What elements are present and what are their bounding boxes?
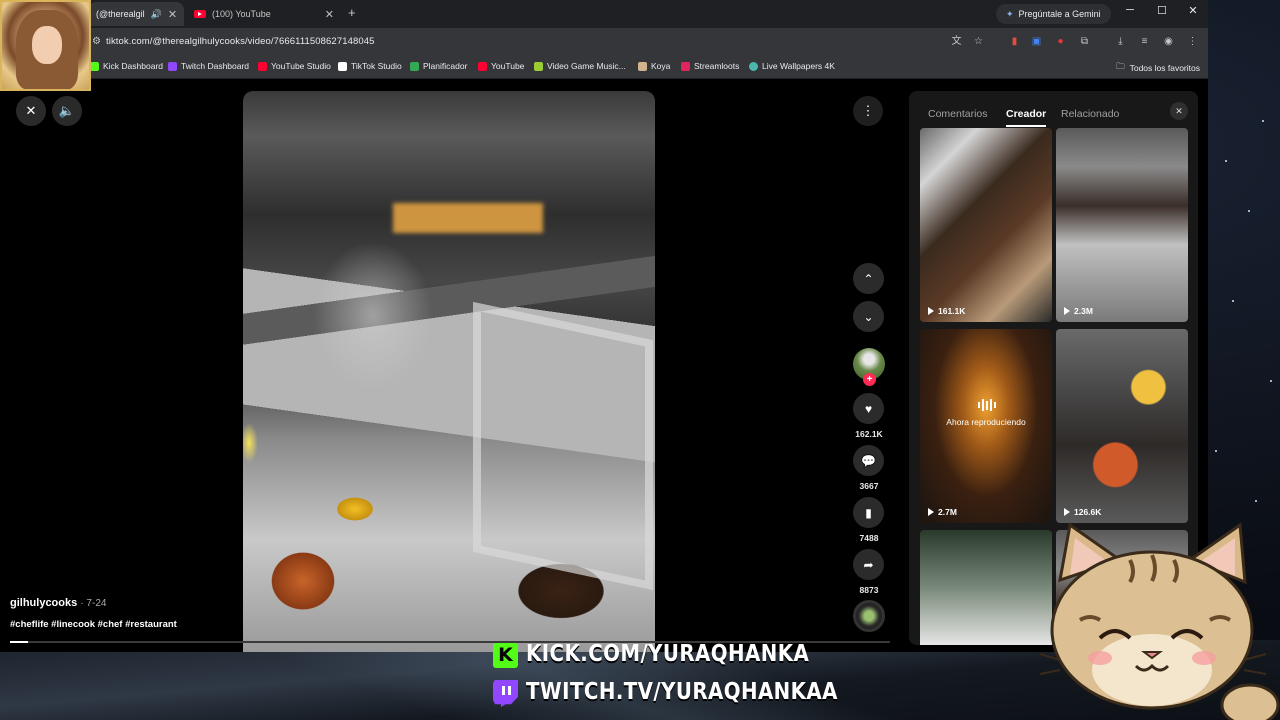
bookmark-item[interactable]: Twitch Dashboard bbox=[168, 61, 249, 71]
twitch-icon bbox=[168, 61, 177, 71]
kick-icon bbox=[90, 61, 99, 71]
download-icon[interactable]: ⤓ bbox=[1114, 35, 1127, 48]
play-icon bbox=[1064, 307, 1070, 315]
close-video-button[interactable]: ✕ bbox=[16, 96, 46, 126]
follow-plus-icon[interactable]: + bbox=[863, 373, 876, 386]
bookmark-item[interactable]: YouTube Studio bbox=[258, 61, 331, 71]
bookmark-item[interactable]: Koya bbox=[638, 61, 670, 71]
more-options-icon[interactable]: ⋮ bbox=[853, 96, 883, 126]
video-hashtags[interactable]: #cheflife #linecook #chef #restaurant bbox=[10, 619, 177, 630]
tiktok-video-page: ✕ 🔈 ⋮ ⌃ ⌄ + ♥ 162.1K 💬 3667 ▮ 7488 ➦ 887… bbox=[0, 80, 1208, 652]
play-icon bbox=[928, 508, 934, 516]
bookmark-item[interactable]: Video Game Music... bbox=[534, 61, 626, 71]
extension-icon[interactable]: ● bbox=[1054, 35, 1067, 48]
progress-fill bbox=[10, 641, 28, 643]
bookmarks-bar: Kick Dashboard Twitch Dashboard YouTube … bbox=[0, 55, 1208, 79]
bookmark-item[interactable]: Kick Dashboard bbox=[90, 61, 163, 71]
video-thumbnail[interactable]: 126.6K bbox=[1056, 329, 1188, 523]
tiktok-icon bbox=[338, 61, 347, 71]
close-panel-icon[interactable]: ✕ bbox=[1170, 102, 1188, 120]
equalizer-icon bbox=[977, 399, 997, 411]
like-count: 162.1K bbox=[855, 429, 883, 439]
comment-button[interactable]: 💬 bbox=[853, 445, 884, 476]
active-tab-indicator bbox=[1006, 125, 1046, 127]
extensions-puzzle-icon[interactable]: ⧉ bbox=[1078, 35, 1091, 48]
tab-comments[interactable]: Comentarios bbox=[928, 108, 988, 120]
translate-icon[interactable]: 文 bbox=[950, 35, 963, 48]
post-date: · 7-24 bbox=[80, 598, 107, 609]
kick-channel-text: KICK.COM/YURAQHANKA bbox=[526, 641, 810, 667]
speaker-icon[interactable]: 🔊 bbox=[151, 9, 162, 20]
video-player[interactable] bbox=[243, 91, 655, 652]
all-bookmarks-folder[interactable]: 🗀 Todos los favoritos bbox=[1116, 61, 1200, 75]
tab-related[interactable]: Relacionado bbox=[1061, 108, 1119, 120]
tab-title: (100) YouTube bbox=[212, 9, 271, 19]
now-playing-label: Ahora reproduciendo bbox=[946, 417, 1026, 427]
minimize-button[interactable]: ─ bbox=[1120, 4, 1140, 16]
gemini-label: Pregúntale a Gemini bbox=[1018, 9, 1101, 19]
gemini-button[interactable]: ✦ Pregúntale a Gemini bbox=[996, 4, 1111, 24]
kick-logo-icon: K bbox=[493, 643, 518, 668]
youtube-studio-icon bbox=[258, 61, 267, 71]
tab-title: (@therealgil bbox=[96, 9, 145, 19]
twitch-channel-text: TWITCH.TV/YURAQHANKAA bbox=[526, 679, 838, 705]
profile-icon[interactable]: ◉ bbox=[1162, 35, 1175, 48]
next-video-button[interactable]: ⌄ bbox=[853, 301, 884, 332]
new-tab-button[interactable]: + bbox=[348, 5, 356, 20]
volume-button[interactable]: 🔈 bbox=[52, 96, 82, 126]
previous-video-button[interactable]: ⌃ bbox=[853, 263, 884, 294]
close-tab-icon[interactable]: ✕ bbox=[325, 8, 334, 21]
bookmark-item[interactable]: YouTube bbox=[478, 61, 524, 71]
maximize-button[interactable]: ☐ bbox=[1152, 4, 1172, 17]
play-icon bbox=[928, 307, 934, 315]
comment-count: 3667 bbox=[859, 481, 879, 491]
like-button[interactable]: ♥ bbox=[853, 393, 884, 424]
share-button[interactable]: ➦ bbox=[853, 549, 884, 580]
video-thumbnail-now-playing[interactable]: Ahora reproduciendo 2.7M bbox=[920, 329, 1052, 523]
play-icon bbox=[1064, 508, 1070, 516]
koya-icon bbox=[638, 61, 647, 71]
streamloots-icon bbox=[681, 61, 690, 71]
bookmark-item[interactable]: Planificador bbox=[410, 61, 467, 71]
close-window-button[interactable]: ✕ bbox=[1183, 4, 1203, 17]
folder-icon: 🗀 bbox=[1116, 61, 1125, 71]
video-author[interactable]: gilhulycooks · 7-24 bbox=[10, 597, 106, 609]
url-field[interactable]: tiktok.com/@therealgilhulycooks/video/76… bbox=[106, 36, 375, 47]
tab-creator[interactable]: Creador bbox=[1006, 108, 1046, 120]
video-thumbnail[interactable]: 161.1K bbox=[920, 128, 1052, 322]
save-count: 7488 bbox=[859, 533, 879, 543]
youtube-icon bbox=[194, 10, 206, 18]
music-icon bbox=[534, 61, 543, 71]
music-disc-icon[interactable] bbox=[853, 600, 885, 632]
video-thumbnail[interactable]: 2.3M bbox=[1056, 128, 1188, 322]
share-count: 8873 bbox=[859, 585, 879, 595]
video-thumbnail[interactable] bbox=[920, 530, 1052, 645]
address-bar: ⚙ tiktok.com/@therealgilhulycooks/video/… bbox=[0, 28, 1208, 55]
browser-window: (@therealgil 🔊 ✕ (100) YouTube ✕ + ✦ Pre… bbox=[0, 0, 1208, 652]
tab-youtube[interactable]: (100) YouTube ✕ bbox=[186, 2, 342, 26]
planner-icon bbox=[410, 61, 419, 71]
wallpaper-icon bbox=[749, 61, 758, 71]
tab-tiktok[interactable]: (@therealgil 🔊 ✕ bbox=[88, 2, 184, 26]
extension-icon[interactable]: ▣ bbox=[1030, 35, 1043, 48]
menu-kebab-icon[interactable]: ⋮ bbox=[1186, 35, 1199, 48]
extension-icon[interactable]: ▮ bbox=[1008, 35, 1021, 48]
bookmark-item[interactable]: Streamloots bbox=[681, 61, 739, 71]
save-button[interactable]: ▮ bbox=[853, 497, 884, 528]
site-info-icon[interactable]: ⚙ bbox=[90, 35, 103, 48]
close-tab-icon[interactable]: ✕ bbox=[168, 8, 177, 21]
bookmark-item[interactable]: TikTok Studio bbox=[338, 61, 402, 71]
youtube-icon bbox=[478, 61, 487, 71]
cat-mascot bbox=[1040, 522, 1280, 720]
bookmark-star-icon[interactable]: ☆ bbox=[972, 35, 985, 48]
gemini-icon: ✦ bbox=[1006, 8, 1014, 19]
tab-strip: (@therealgil 🔊 ✕ (100) YouTube ✕ + ✦ Pre… bbox=[0, 0, 1208, 28]
author-name: gilhulycooks bbox=[10, 597, 78, 609]
media-control-icon[interactable]: ≡ bbox=[1138, 35, 1151, 48]
streamer-webcam bbox=[0, 0, 91, 91]
bookmark-item[interactable]: Live Wallpapers 4K bbox=[749, 61, 835, 71]
